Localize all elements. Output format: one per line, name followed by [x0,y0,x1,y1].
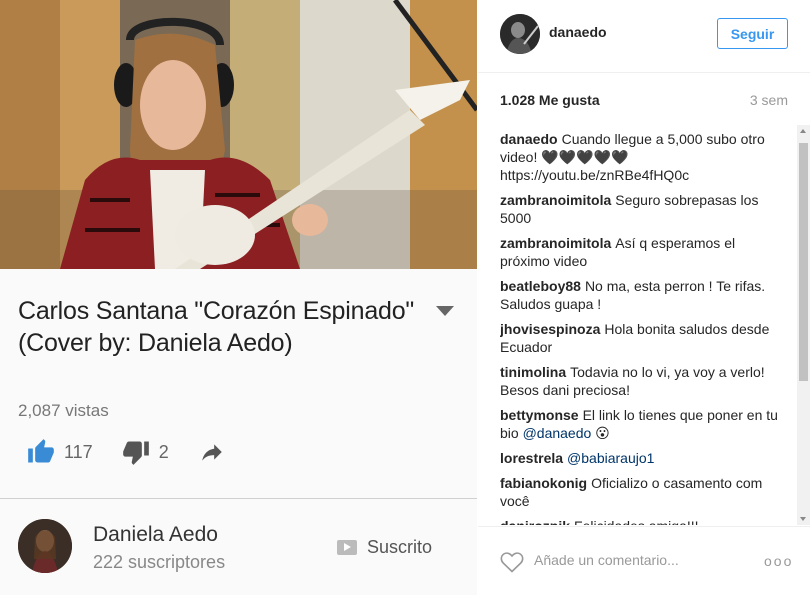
comment-username[interactable]: bettymonse [500,407,579,423]
post-header: danaedo Seguir [478,0,810,73]
follow-button[interactable]: Seguir [717,18,788,49]
thumbs-up-icon [28,439,54,463]
add-comment-bar: ooo [478,526,810,595]
comments-list: danaedo Cuando llegue a 5,000 subo otro v… [500,130,782,525]
video-title: Carlos Santana "Corazón Espinado" (Cover… [18,297,415,357]
comment-username[interactable]: lorestrela [500,450,563,466]
comment-username[interactable]: zambranoimitola [500,235,611,251]
scroll-thumb[interactable] [799,143,808,381]
comment-item: fabianokonig Oficializo o casamento com v… [500,474,782,510]
comment-username[interactable]: beatleboy88 [500,278,581,294]
channel-avatar[interactable] [18,519,72,573]
profile-avatar[interactable] [500,14,540,54]
scroll-up-icon[interactable] [800,129,806,133]
comment-username[interactable]: jhovisespinoza [500,321,600,337]
subscriber-count: 222 suscriptores [93,552,226,572]
comment-input[interactable] [534,549,744,571]
comment-username[interactable]: danirozpik [500,518,570,525]
like-button[interactable]: 117 [26,438,93,466]
post-media: Carlos Santana "Corazón Espinado" (Cover… [0,0,477,595]
comments-scrollbar[interactable] [797,125,810,525]
comment-mention[interactable]: @babiaraujo1 [567,450,654,466]
post-sidebar: danaedo Seguir 1.028 Me gusta 3 sem dana… [478,0,810,595]
comment-item: danirozpik Felicidades amiga!!! [500,517,782,525]
subscribed-label: Suscrito [367,537,433,557]
like-count: 117 [64,441,93,462]
heart-icon[interactable] [500,551,524,573]
thumbs-down-icon [122,441,149,465]
likes-row: 1.028 Me gusta 3 sem [500,92,788,112]
video-info: Carlos Santana "Corazón Espinado" (Cover… [0,269,477,499]
video-thumbnail[interactable] [0,0,477,269]
profile-username[interactable]: danaedo [549,24,607,40]
channel-name[interactable]: Daniela Aedo [93,523,218,547]
comment-mention[interactable]: @danaedo [523,425,592,441]
comment-username[interactable]: fabianokonig [500,475,587,491]
comment-item: beatleboy88 No ma, esta perron ! Te rifas… [500,277,782,313]
instagram-post-view: Carlos Santana "Corazón Espinado" (Cover… [0,0,810,595]
like-count[interactable]: 1.028 Me gusta [500,92,600,108]
comment-item: jhovisespinoza Hola bonita saludos desde … [500,320,782,356]
video-actions: 117 2 [26,435,255,469]
more-options-icon[interactable]: ooo [764,553,793,569]
youtube-play-icon [337,540,357,555]
view-count: 2,087 vistas [18,401,109,420]
subscribed-button[interactable]: Suscrito [337,537,432,558]
dislike-count: 2 [158,441,169,462]
comment-item: lorestrela @babiaraujo1 [500,449,782,467]
channel-row: Daniela Aedo 222 suscriptores Suscrito [0,499,477,595]
comment-item: tinimolina Todavia no lo vi, ya voy a ver… [500,363,782,399]
comment-username[interactable]: zambranoimitola [500,192,611,208]
comment-item: bettymonse El link lo tienes que poner en… [500,406,782,442]
comment-item: zambranoimitola Seguro sobrepasas los 500… [500,191,782,227]
dislike-button[interactable]: 2 [121,438,169,466]
share-button[interactable] [197,439,227,465]
comment-item: danaedo Cuando llegue a 5,000 subo otro v… [500,130,782,184]
comment-emoji: 😮 [591,425,610,441]
expand-description-icon[interactable] [436,306,454,316]
comment-username[interactable]: tinimolina [500,364,566,380]
scroll-down-icon[interactable] [800,517,806,521]
comment-username[interactable]: danaedo [500,131,558,147]
comment-item: zambranoimitola Así q esperamos el próxim… [500,234,782,270]
share-icon [201,444,222,461]
post-timestamp[interactable]: 3 sem [750,92,788,108]
comment-text: Felicidades amiga!!! [574,518,699,525]
